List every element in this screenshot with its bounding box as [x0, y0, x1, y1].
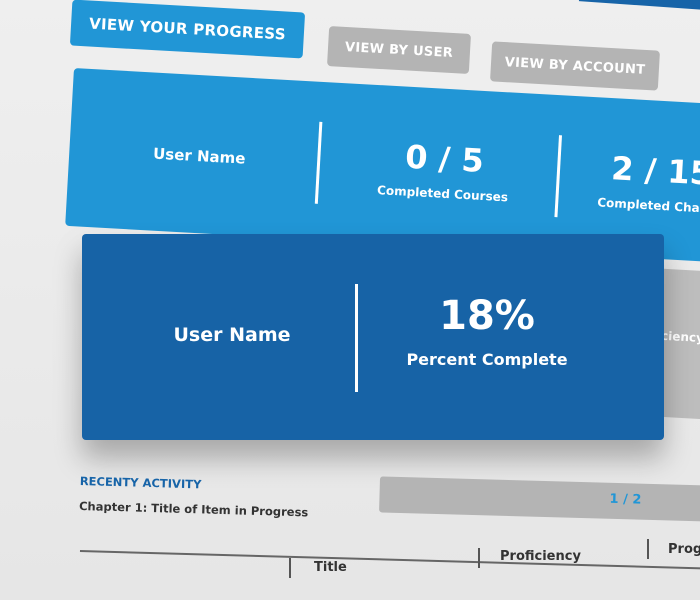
completed-chapters-stat: 2 / 15 Completed Chapte — [572, 146, 700, 218]
pagination-bar[interactable]: 1 / 2 — [379, 476, 700, 522]
table-header-rule — [79, 550, 700, 570]
tab-view-by-account[interactable]: VIEW BY ACCOUNT — [490, 41, 660, 91]
page-indicator: 1 / 2 — [609, 491, 642, 508]
detail-user-name: User Name — [173, 324, 291, 346]
summary-user-name: User Name — [152, 144, 246, 168]
completed-chapters-label: Completed Chapte — [596, 195, 700, 217]
percent-complete-value: 18% — [439, 293, 535, 339]
recent-activity-section: RECENTY ACTIVITY Chapter 1: Title of Ite… — [79, 474, 700, 522]
tab-view-by-user[interactable]: VIEW BY USER — [326, 26, 472, 74]
column-header-progress[interactable]: Progr — [668, 542, 700, 557]
recent-activity-title: RECENTY ACTIVITY — [79, 474, 202, 492]
divider — [355, 284, 358, 392]
column-divider — [289, 558, 291, 578]
header-accent — [578, 0, 700, 11]
percent-complete-stat: 18% Percent Complete — [382, 292, 592, 369]
page-background: VIEW YOUR PROGRESS VIEW BY USER VIEW BY … — [0, 0, 700, 600]
percent-complete-label: Percent Complete — [406, 350, 568, 369]
divider — [314, 121, 323, 204]
recent-activity-item[interactable]: Chapter 1: Title of Item in Progress — [79, 499, 309, 519]
completed-chapters-value: 2 / 15 — [610, 149, 700, 193]
column-header-title[interactable]: Title — [314, 560, 347, 575]
divider — [554, 135, 563, 218]
column-divider — [647, 539, 649, 559]
completed-courses-value: 0 / 5 — [404, 137, 485, 180]
percent-complete-card[interactable]: User Name 18% Percent Complete — [82, 234, 664, 440]
column-divider — [478, 548, 480, 568]
tab-view-your-progress[interactable]: VIEW YOUR PROGRESS — [69, 0, 306, 59]
completed-courses-stat: 0 / 5 Completed Courses — [347, 134, 540, 207]
completed-courses-label: Completed Courses — [376, 183, 509, 205]
column-header-proficiency[interactable]: Proficiency — [500, 549, 581, 564]
